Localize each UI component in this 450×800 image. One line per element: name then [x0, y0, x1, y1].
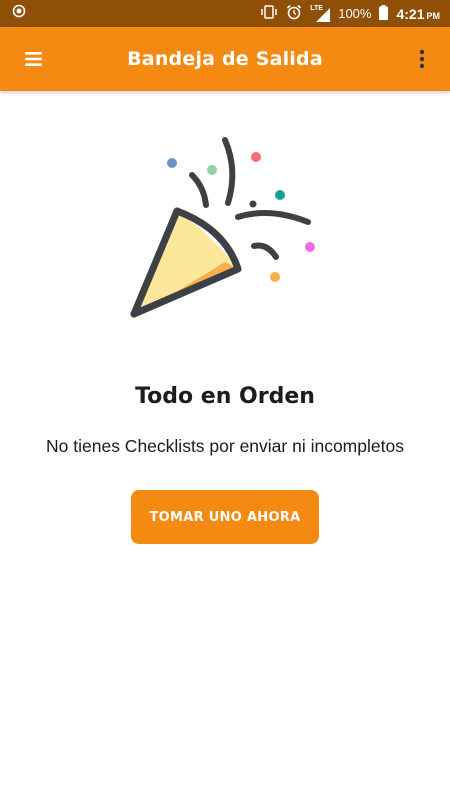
app-bar: Bandeja de Salida: [0, 27, 450, 91]
party-popper-icon: [120, 125, 330, 335]
clock: 4:21 PM: [396, 6, 440, 22]
empty-state-title: Todo en Orden: [135, 384, 315, 409]
hamburger-menu-icon[interactable]: [20, 45, 48, 73]
status-left: [12, 4, 26, 23]
status-bar: LTE 100% 4:21 PM: [0, 0, 450, 27]
lte-signal-icon: LTE: [310, 5, 331, 22]
clock-ampm: PM: [426, 10, 441, 21]
status-right: LTE 100% 4:21 PM: [260, 4, 440, 23]
vibrate-icon: [260, 5, 278, 22]
empty-state-message: No tienes Checklists por enviar ni incom…: [46, 436, 404, 456]
take-one-now-button[interactable]: TOMAR UNO AHORA: [131, 490, 319, 544]
app-notification-icon: [12, 4, 26, 23]
alarm-icon: [286, 4, 302, 23]
more-vert-icon[interactable]: [408, 45, 436, 73]
battery-percent: 100%: [338, 6, 372, 21]
battery-icon: [379, 4, 389, 23]
clock-time: 4:21: [396, 5, 425, 22]
page-title: Bandeja de Salida: [127, 48, 323, 70]
